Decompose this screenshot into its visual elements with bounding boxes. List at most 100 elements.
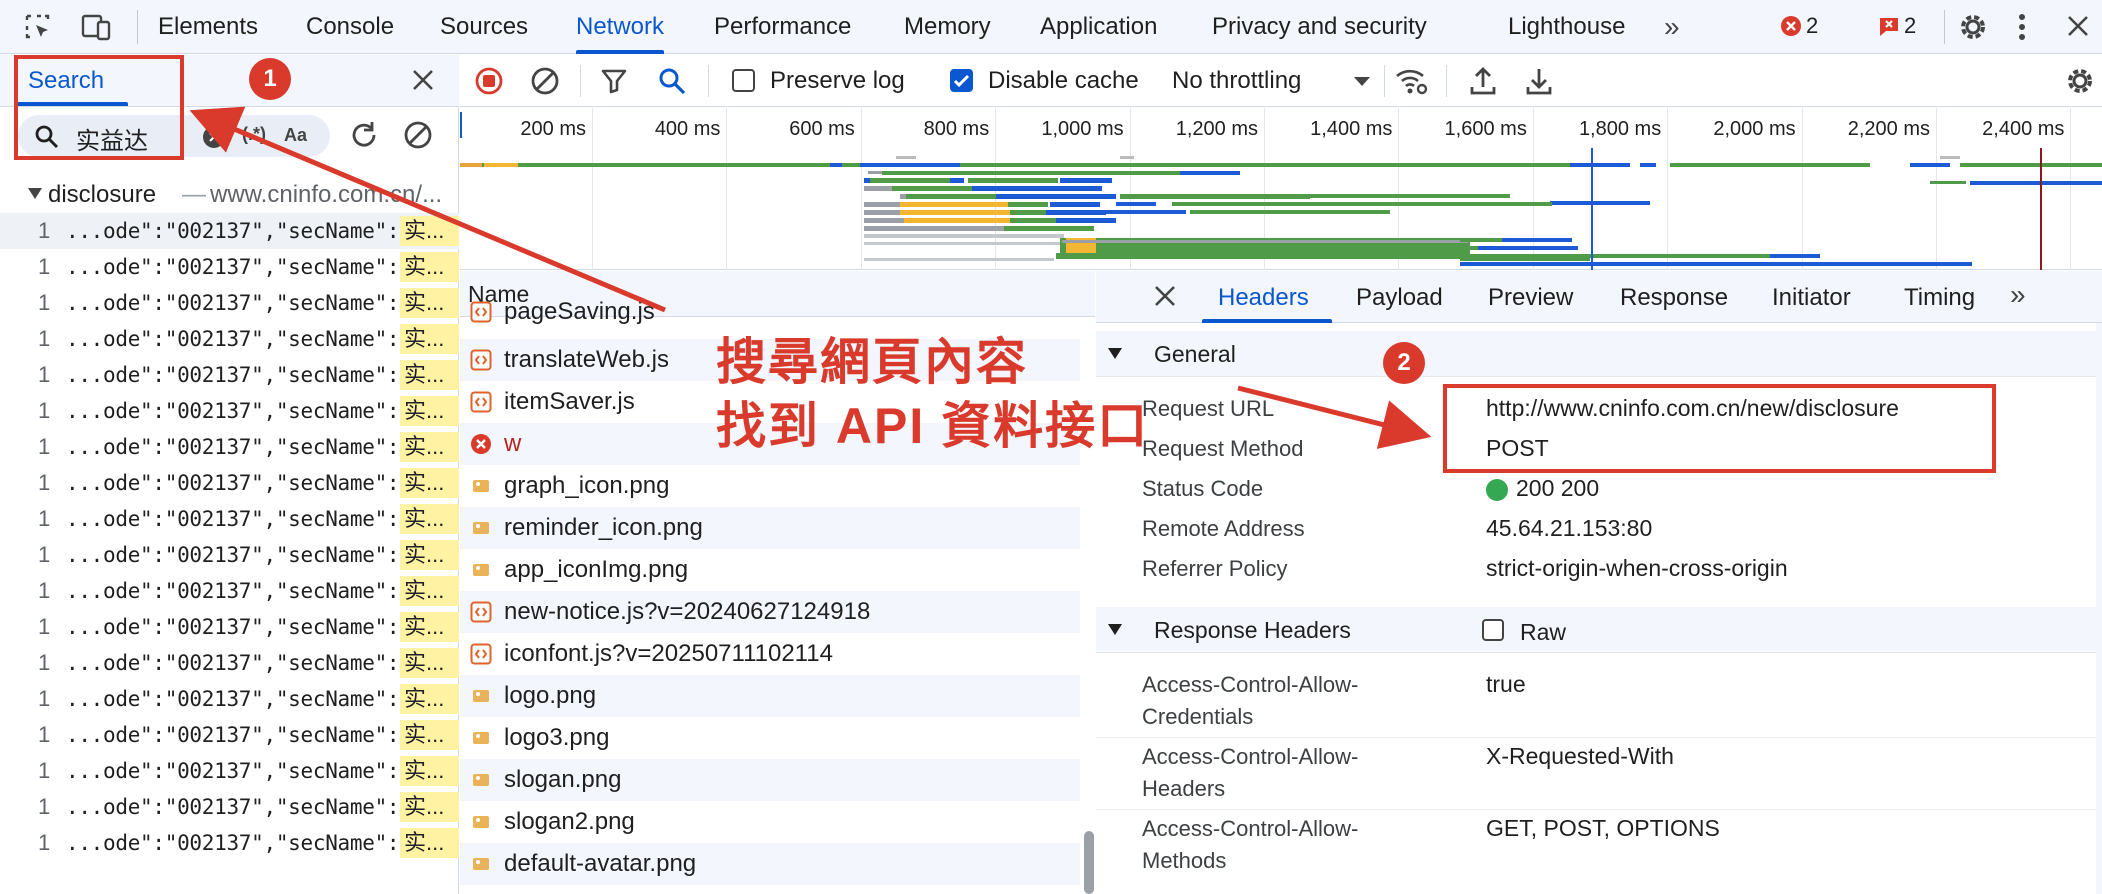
tab-headers[interactable]: Headers: [1218, 284, 1309, 312]
tab-response[interactable]: Response: [1620, 284, 1728, 312]
request-row[interactable]: pageSaving.js: [460, 291, 1080, 333]
result-snippet: ...ode":"002137","secName":": [66, 579, 412, 603]
toolbar-divider: [708, 65, 709, 97]
response-header-key-cont: Credentials: [1142, 704, 1254, 729]
tab-lighthouse[interactable]: Lighthouse: [1508, 0, 1625, 54]
request-row[interactable]: default-avatar.png: [460, 843, 1080, 885]
device-toolbar-icon[interactable]: [80, 12, 112, 42]
result-match: 实...: [404, 794, 445, 819]
refresh-icon[interactable]: [348, 119, 380, 151]
result-match: 实...: [404, 830, 445, 855]
search-result-row[interactable]: 1 ...ode":"002137","secName":" 实...: [0, 681, 459, 717]
request-name: graph_icon.png: [504, 472, 670, 499]
close-devtools-icon[interactable]: [2064, 12, 2092, 40]
match-case-toggle[interactable]: Aa: [284, 125, 307, 146]
network-settings-icon[interactable]: [2064, 65, 2096, 97]
request-row[interactable]: reminder_icon.png: [460, 507, 1080, 549]
search-result-row[interactable]: 1 ...ode":"002137","secName":" 实...: [0, 501, 459, 537]
result-snippet: ...ode":"002137","secName":": [66, 543, 412, 567]
search-network-icon[interactable]: [658, 67, 686, 95]
result-match: 实...: [404, 542, 445, 567]
search-result-row[interactable]: 1 ...ode":"002137","secName":" 实...: [0, 789, 459, 825]
request-row[interactable]: slogan.png: [460, 759, 1080, 801]
network-toolbar: Preserve log Disable cache No throttling: [460, 55, 2102, 107]
request-row[interactable]: new-notice.js?v=20240627124918: [460, 591, 1080, 633]
clear-search-icon[interactable]: [202, 125, 226, 149]
tab-timing[interactable]: Timing: [1904, 284, 1975, 312]
tab-initiator[interactable]: Initiator: [1772, 284, 1851, 312]
inspect-element-icon[interactable]: [24, 13, 52, 41]
search-result-row[interactable]: 1 ...ode":"002137","secName":" 实...: [0, 609, 459, 645]
search-result-row[interactable]: 1 ...ode":"002137","secName":" 实...: [0, 573, 459, 609]
close-details-icon[interactable]: [1152, 283, 1178, 309]
search-result-row[interactable]: 1 ...ode":"002137","secName":" 实...: [0, 357, 459, 393]
tab-privacy-and-security[interactable]: Privacy and security: [1212, 0, 1427, 54]
tab-elements[interactable]: Elements: [158, 0, 258, 54]
request-row[interactable]: iconfont.js?v=20250711102114: [460, 633, 1080, 675]
request-row[interactable]: logo3.png: [460, 717, 1080, 759]
error-icon[interactable]: [1780, 15, 1802, 37]
result-line-number: 1: [38, 650, 51, 675]
network-timeline-overview[interactable]: 200 ms 400 ms 600 ms 800 ms 1,000 ms 1,200 ms…: [460, 108, 2102, 270]
step-badge-2: 2: [1383, 342, 1425, 384]
disable-cache-checkbox[interactable]: [950, 69, 973, 92]
image-file-icon: [470, 685, 492, 707]
dom-content-loaded-marker: [1591, 148, 1593, 270]
result-snippet: ...ode":"002137","secName":": [66, 615, 412, 639]
result-line-number: 1: [38, 470, 51, 495]
search-result-row[interactable]: 1 ...ode":"002137","secName":" 实...: [0, 285, 459, 321]
tab-performance[interactable]: Performance: [714, 0, 851, 54]
search-result-row[interactable]: 1 ...ode":"002137","secName":" 实...: [0, 429, 459, 465]
more-tabs-button[interactable]: »: [1664, 0, 1680, 54]
search-result-row[interactable]: 1 ...ode":"002137","secName":" 实...: [0, 825, 459, 861]
search-result-row[interactable]: 1 ...ode":"002137","secName":" 实...: [0, 753, 459, 789]
import-har-icon[interactable]: [1468, 65, 1498, 97]
tab-sources[interactable]: Sources: [440, 0, 528, 54]
search-result-row[interactable]: 1 ...ode":"002137","secName":" 实...: [0, 717, 459, 753]
tab-application[interactable]: Application: [1040, 0, 1157, 54]
tab-console[interactable]: Console: [306, 0, 394, 54]
search-result-row[interactable]: 1 ...ode":"002137","secName":" 实...: [0, 249, 459, 285]
export-har-icon[interactable]: [1524, 65, 1554, 97]
tab-network[interactable]: Network: [576, 0, 665, 54]
clear-results-icon[interactable]: [402, 119, 434, 151]
throttling-select[interactable]: No throttling: [1172, 67, 1301, 95]
search-result-row[interactable]: 1 ...ode":"002137","secName":" 实...: [0, 645, 459, 681]
network-conditions-icon[interactable]: [1394, 65, 1428, 97]
search-result-row[interactable]: 1 ...ode":"002137","secName":" 实...: [0, 465, 459, 501]
tab-preview[interactable]: Preview: [1488, 284, 1573, 312]
more-options-icon[interactable]: [2016, 12, 2028, 42]
general-key: Remote Address: [1142, 516, 1305, 541]
script-file-icon: [470, 349, 492, 371]
regex-toggle[interactable]: (.*): [242, 124, 266, 145]
close-search-icon[interactable]: [410, 67, 436, 93]
raw-checkbox[interactable]: [1482, 619, 1504, 641]
request-list-scrollbar[interactable]: [1084, 831, 1094, 894]
search-result-row[interactable]: 1 ...ode":"002137","secName":" 实...: [0, 213, 459, 249]
result-line-number: 1: [38, 830, 51, 855]
tab-payload[interactable]: Payload: [1356, 284, 1443, 312]
request-row[interactable]: slogan2.png: [460, 801, 1080, 843]
general-section-header[interactable]: General: [1096, 331, 2102, 377]
preserve-log-checkbox[interactable]: [732, 69, 755, 92]
stop-recording-icon[interactable]: [474, 66, 504, 96]
filter-icon[interactable]: [600, 67, 628, 95]
result-line-number: 1: [38, 758, 51, 783]
search-result-row[interactable]: 1 ...ode":"002137","secName":" 实...: [0, 393, 459, 429]
result-match: 实...: [404, 218, 445, 243]
general-key: Status Code: [1142, 476, 1264, 501]
issues-icon[interactable]: [1878, 15, 1900, 37]
tab-memory[interactable]: Memory: [904, 0, 991, 54]
search-result-row[interactable]: 1 ...ode":"002137","secName":" 实...: [0, 537, 459, 573]
search-result-row[interactable]: 1 ...ode":"002137","secName":" 实...: [0, 321, 459, 357]
row-divider: [1096, 737, 2096, 738]
request-row[interactable]: graph_icon.png: [460, 465, 1080, 507]
more-details-tabs-button[interactable]: »: [2010, 279, 2026, 311]
request-row[interactable]: logo.png: [460, 675, 1080, 717]
clear-log-icon[interactable]: [530, 66, 560, 96]
settings-gear-icon[interactable]: [1957, 11, 1989, 43]
dropdown-arrow-icon[interactable]: [1354, 77, 1370, 87]
request-row[interactable]: app_iconImg.png: [460, 549, 1080, 591]
request-name: translateWeb.js: [504, 346, 669, 373]
response-headers-section-header[interactable]: Response Headers Raw: [1096, 607, 2102, 653]
